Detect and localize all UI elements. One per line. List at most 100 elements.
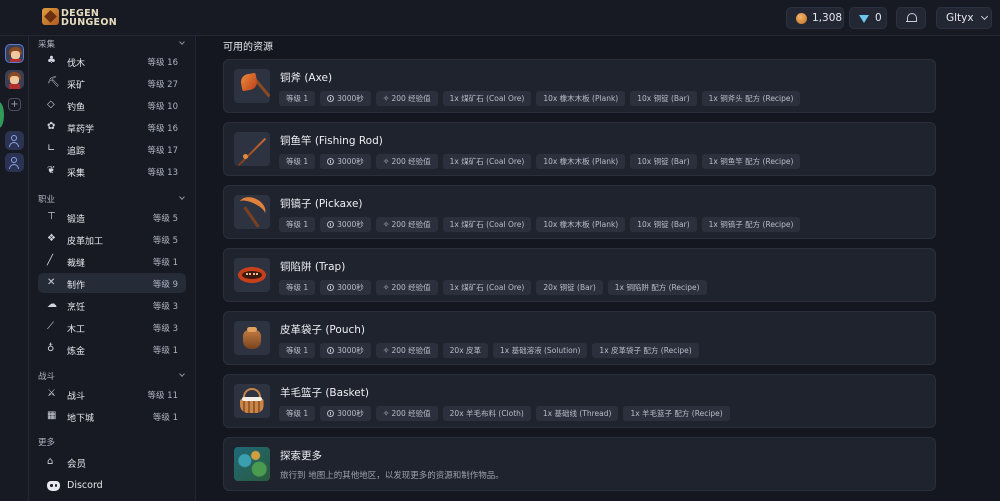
level-chip: 等级 1: [279, 154, 316, 169]
logo-mark-icon: [42, 8, 59, 25]
section-combat[interactable]: 战斗: [38, 370, 188, 382]
ingredient-chip: 1x 煤矿石 (Coal Ore): [442, 280, 532, 295]
coins-balance[interactable]: 1,308: [786, 7, 844, 29]
time-chip: 3000秒: [320, 280, 371, 295]
sidebar-item-smithing[interactable]: ⊤ 锻造 等级 5: [38, 207, 186, 227]
pouch-icon: [234, 321, 270, 355]
basket-icon: [234, 384, 270, 418]
sidebar-item-crafting[interactable]: ✕ 制作 等级 9: [38, 273, 186, 293]
recipe-card-fishing-rod[interactable]: 铜鱼竿 (Fishing Rod) 等级 1 3000秒 ✧ 200 经验值 1x…: [223, 122, 936, 176]
sidebar-item-dungeon[interactable]: ▦ 地下城 等级 1: [38, 406, 186, 426]
main-content: 可用的资源 铜斧 (Axe) 等级 1 3000秒 ✧ 200 经验值 1x 煤矿…: [196, 36, 1000, 501]
logo-line-2: DUNGEON: [61, 17, 117, 28]
sidebar-item-leatherworking[interactable]: ❖ 皮革加工 等级 5: [38, 229, 186, 249]
sidebar-item-alchemy[interactable]: ♁ 炼金 等级 1: [38, 339, 186, 359]
saw-icon: ⟋: [47, 321, 54, 332]
ingredient-chip: 10x 橡木木板 (Plank): [536, 91, 626, 106]
section-more: 更多: [38, 436, 188, 448]
chevron-down-icon: [179, 194, 185, 200]
pickaxe-icon: [234, 195, 270, 229]
ingredient-chip: 1x 铜镐子 配方 (Recipe): [701, 217, 801, 232]
ingredient-chip: 1x 铜陷阱 配方 (Recipe): [607, 280, 707, 295]
sidebar-item-discord[interactable]: Discord: [38, 476, 186, 496]
sidebar-item-membership[interactable]: ⌂ 会员: [38, 452, 186, 472]
recipe-card-pickaxe[interactable]: 铜镐子 (Pickaxe) 等级 1 3000秒 ✧ 200 经验值 1x 煤矿石…: [223, 185, 936, 239]
xp-chip: ✧ 200 经验值: [375, 406, 438, 421]
map-icon: [234, 447, 270, 481]
character-avatar-2[interactable]: [5, 70, 24, 89]
recipe-card-axe[interactable]: 铜斧 (Axe) 等级 1 3000秒 ✧ 200 经验值 1x 煤矿石 (Coa…: [223, 59, 936, 113]
sidebar-item-tailoring[interactable]: ╱ 裁缝 等级 1: [38, 251, 186, 271]
crossed-tools-icon: ✕: [47, 277, 56, 288]
sidebar-item-mining[interactable]: ⛏ 采矿 等级 27: [38, 73, 186, 93]
time-chip: 3000秒: [320, 91, 371, 106]
ingredient-chip: 10x 橡木木板 (Plank): [536, 217, 626, 232]
axe-icon: [234, 69, 270, 103]
sidebar-item-foraging[interactable]: ❦ 采集 等级 13: [38, 161, 186, 181]
user-add-icon[interactable]: [5, 153, 24, 172]
level-chip: 等级 1: [279, 217, 316, 232]
clock-icon: [327, 158, 335, 165]
section-title: 战斗: [38, 372, 56, 382]
sidebar-item-cooking[interactable]: ☁ 烹饪 等级 3: [38, 295, 186, 315]
xp-chip: ✧ 200 经验值: [375, 91, 438, 106]
user-menu-button[interactable]: Gltyx: [936, 7, 992, 29]
chevron-down-icon: [179, 39, 185, 45]
sparkle-icon: ✧: [382, 346, 390, 355]
ingredient-chip: 10x 铜锭 (Bar): [630, 154, 697, 169]
sidebar-item-combat[interactable]: ⚔ 战斗 等级 11: [38, 384, 186, 404]
boot-icon: ∟: [47, 143, 56, 154]
recipe-card-trap[interactable]: 铜陷阱 (Trap) 等级 1 3000秒 ✧ 200 经验值 1x 煤矿石 (C…: [223, 248, 936, 302]
recipe-card-basket[interactable]: 羊毛篮子 (Basket) 等级 1 3000秒 ✧ 200 经验值 20x 羊毛…: [223, 374, 936, 428]
level-chip: 等级 1: [279, 406, 316, 421]
add-character-button[interactable]: +: [8, 98, 21, 111]
recipe-card-pouch[interactable]: 皮革袋子 (Pouch) 等级 1 3000秒 ✧ 200 经验值 20x 皮革 …: [223, 311, 936, 365]
recipe-requirements: 等级 1 3000秒 ✧ 200 经验值 20x 皮革 1x 基础溶液 (Solu…: [279, 343, 699, 358]
notifications-button[interactable]: [896, 7, 926, 29]
clock-icon: [327, 221, 335, 228]
chevron-down-icon: [980, 12, 988, 20]
coin-icon: [796, 12, 807, 24]
sidebar-item-woodcutting[interactable]: ♣ 伐木 等级 16: [38, 51, 186, 71]
tree-icon: ♣: [47, 55, 56, 66]
sidebar-item-tracking[interactable]: ∟ 追踪 等级 17: [38, 139, 186, 159]
page-title: 可用的资源: [223, 42, 273, 53]
needle-icon: ╱: [47, 255, 54, 266]
sidebar-item-herbalism[interactable]: ✿ 草药学 等级 16: [38, 117, 186, 137]
ingredient-chip: 10x 橡木木板 (Plank): [536, 154, 626, 169]
section-title: 职业: [38, 195, 56, 205]
level-chip: 等级 1: [279, 343, 316, 358]
sidebar-item-woodworking[interactable]: ⟋ 木工 等级 3: [38, 317, 186, 337]
status-dot: [0, 102, 4, 128]
recipe-requirements: 等级 1 3000秒 ✧ 200 经验值 20x 羊毛布料 (Cloth) 1x …: [279, 406, 730, 421]
gems-balance[interactable]: 0: [849, 7, 887, 29]
top-bar: DEGEN DUNGEON 1,308 0 Gltyx: [0, 0, 1000, 36]
sidebar-item-fishing[interactable]: ◇ 钓鱼 等级 10: [38, 95, 186, 115]
character-rail: +: [0, 36, 29, 501]
sparkle-icon: ✧: [382, 283, 390, 292]
character-avatar-1[interactable]: [5, 44, 24, 63]
dungeon-icon: ▦: [47, 410, 57, 421]
xp-chip: ✧ 200 经验值: [375, 280, 438, 295]
chevron-down-icon: [179, 371, 185, 377]
username: Gltyx: [946, 12, 974, 24]
potion-icon: ♁: [47, 343, 55, 354]
clock-icon: [327, 95, 335, 102]
explore-more-card[interactable]: 探索更多 旅行到 地图上的其他地区，以发现更多的资源和制作物品。: [223, 437, 936, 491]
xp-chip: ✧ 200 经验值: [375, 343, 438, 358]
skills-sidebar: 采集 ♣ 伐木 等级 16 ⛏ 采矿 等级 27 ◇ 钓鱼 等级 10 ✿ 草药…: [29, 36, 196, 501]
explore-title: 探索更多: [280, 450, 322, 462]
section-professions[interactable]: 职业: [38, 193, 188, 205]
anvil-icon: ⊤: [47, 211, 56, 222]
section-title: 更多: [38, 438, 56, 448]
section-title: 采集: [38, 40, 56, 50]
xp-chip: ✧ 200 经验值: [375, 217, 438, 232]
ingredient-chip: 1x 铜鱼竿 配方 (Recipe): [701, 154, 801, 169]
clock-icon: [327, 284, 335, 291]
fish-icon: ◇: [47, 99, 55, 110]
users-icon[interactable]: [5, 131, 24, 150]
section-gathering[interactable]: 采集: [38, 38, 188, 50]
recipe-requirements: 等级 1 3000秒 ✧ 200 经验值 1x 煤矿石 (Coal Ore) 10…: [279, 217, 801, 232]
explore-subtitle: 旅行到 地图上的其他地区，以发现更多的资源和制作物品。: [280, 471, 504, 481]
logo[interactable]: DEGEN DUNGEON: [42, 7, 117, 29]
